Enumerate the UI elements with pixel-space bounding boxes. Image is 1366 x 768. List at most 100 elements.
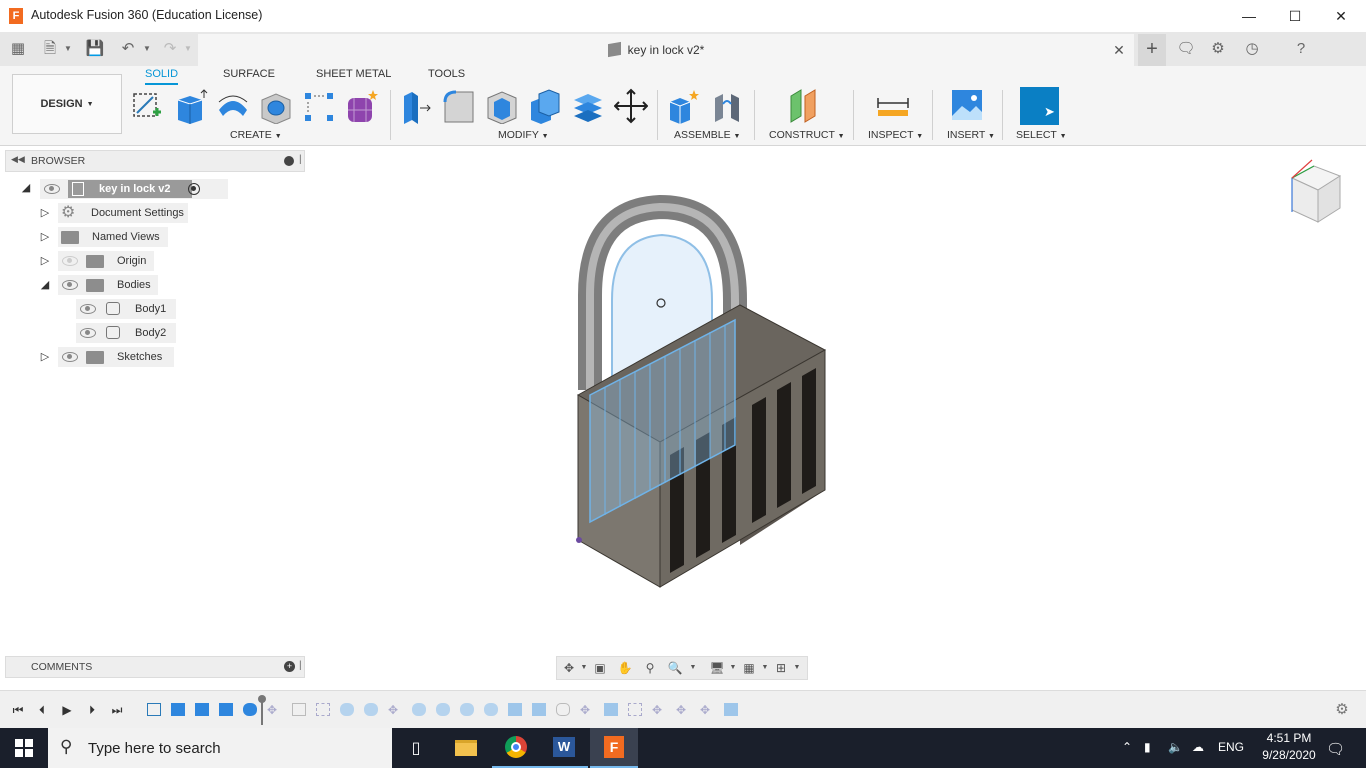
timeline-combine-feature-icon[interactable] (532, 703, 546, 716)
timeline-revolve-feature-icon[interactable] (460, 703, 474, 716)
battery-icon[interactable]: ▮ (1144, 740, 1151, 754)
fit-icon[interactable]: 🔍 (667, 661, 683, 675)
timeline-sketch-feature-icon[interactable] (147, 703, 161, 716)
select-tool-button[interactable]: ➤ (1020, 87, 1059, 125)
collapse-browser-icon[interactable]: ◀◀ (11, 154, 25, 165)
fusion360-taskbar-icon[interactable]: F (590, 728, 638, 768)
browser-item-body2[interactable]: Body2 (76, 322, 296, 344)
offset-face-icon[interactable] (571, 88, 605, 124)
press-pull-icon[interactable] (400, 88, 434, 124)
go-to-start-icon[interactable]: ⏮ (10, 702, 26, 718)
timeline-move-feature-icon[interactable]: ✥ (580, 703, 594, 717)
chrome-icon[interactable] (492, 728, 540, 768)
timeline-revolve-feature-icon[interactable] (364, 703, 378, 716)
fillet-icon[interactable] (442, 88, 476, 124)
orbit-icon[interactable]: ✥ (561, 661, 577, 675)
display-dropdown-icon[interactable]: ▼ (725, 661, 741, 675)
add-comment-icon[interactable]: + (284, 661, 295, 672)
shell-icon[interactable] (485, 88, 519, 124)
clock-date[interactable]: 9/28/2020 (1258, 748, 1320, 762)
visibility-eye-icon[interactable] (80, 328, 96, 338)
redo-dropdown-icon[interactable]: ▼ (178, 39, 198, 59)
combine-icon[interactable] (528, 88, 562, 124)
fit-dropdown-icon[interactable]: ▼ (685, 661, 701, 675)
minimize-panel-icon[interactable] (284, 156, 294, 166)
browser-root-row[interactable]: ◢ key in lock v2 (20, 178, 310, 200)
inspect-group-label[interactable]: INSPECT ▼ (868, 129, 923, 141)
timeline-combine-feature-icon[interactable] (724, 703, 738, 716)
undo-icon[interactable]: ↶ (118, 39, 138, 59)
start-button[interactable] (0, 728, 48, 768)
collapsed-triangle-icon[interactable]: ▷ (39, 231, 51, 243)
word-icon[interactable]: W (540, 728, 588, 768)
show-hidden-icons-icon[interactable]: ⌃ (1122, 740, 1132, 754)
pin-panel-icon[interactable]: | (299, 660, 302, 671)
maximize-button[interactable]: ☐ (1272, 0, 1318, 32)
timeline-revolve-feature-icon[interactable] (412, 703, 426, 716)
hole-icon[interactable] (259, 88, 293, 124)
browser-item-sketches[interactable]: ▷ Sketches (38, 346, 298, 368)
hidden-eye-icon[interactable] (62, 256, 78, 266)
browser-item-named-views[interactable]: ▷ Named Views (38, 226, 298, 248)
close-window-button[interactable]: ✕ (1318, 0, 1364, 32)
job-status-icon[interactable]: ◷ (1242, 39, 1262, 59)
grid-dropdown-icon[interactable]: ▼ (757, 661, 773, 675)
timeline-hole-feature-icon[interactable] (292, 703, 306, 716)
pin-panel-icon[interactable]: | (299, 154, 302, 165)
orbit-dropdown-icon[interactable]: ▼ (576, 661, 592, 675)
insert-image-icon[interactable] (950, 88, 984, 124)
select-group-label[interactable]: SELECT ▼ (1016, 129, 1067, 141)
timeline-settings-gear-icon[interactable]: ⚙ (1334, 702, 1350, 718)
close-tab-icon[interactable]: ✕ (1110, 41, 1128, 59)
timeline-sketch-feature-icon[interactable] (316, 703, 330, 716)
pattern-icon[interactable] (302, 88, 336, 124)
extensions-icon[interactable]: ⚙ (1208, 39, 1228, 59)
assemble-group-label[interactable]: ASSEMBLE ▼ (674, 129, 740, 141)
modify-group-label[interactable]: MODIFY ▼ (498, 129, 549, 141)
workspace-switcher[interactable]: DESIGN ▼ (12, 74, 122, 134)
task-view-icon[interactable]: ▯ (392, 728, 440, 768)
browser-item-document-settings[interactable]: ▷ ⚙ Document Settings (38, 202, 298, 224)
new-tab-button[interactable]: + (1138, 34, 1166, 66)
look-at-icon[interactable]: ▣ (592, 661, 608, 675)
timeline-move-feature-icon[interactable]: ✥ (267, 703, 281, 717)
collapsed-triangle-icon[interactable]: ▷ (39, 255, 51, 267)
browser-item-bodies[interactable]: ◢ Bodies (38, 274, 298, 296)
timeline-extrude-feature-icon[interactable] (219, 703, 233, 716)
viewports-icon[interactable]: ⊞ (773, 661, 789, 675)
language-indicator[interactable]: ENG (1218, 740, 1244, 754)
timeline-revolve-feature-icon[interactable] (243, 703, 257, 716)
timeline-fillet-feature-icon[interactable] (556, 703, 570, 716)
tab-solid[interactable]: SOLID (145, 68, 179, 85)
play-icon[interactable]: ▶ (59, 702, 75, 718)
grid-settings-icon[interactable]: ▦ (741, 661, 757, 675)
document-tab[interactable]: key in lock v2* ✕ (198, 34, 1134, 66)
construct-group-label[interactable]: CONSTRUCT ▼ (769, 129, 845, 141)
step-back-icon[interactable]: ⏴ (34, 702, 50, 718)
activate-radio-icon[interactable] (188, 183, 200, 195)
measure-icon[interactable] (876, 88, 910, 124)
tab-sheet-metal[interactable]: SHEET METAL (316, 68, 391, 80)
clock-time[interactable]: 4:51 PM (1262, 731, 1316, 745)
zoom-icon[interactable]: ⚲ (642, 661, 658, 675)
tab-surface[interactable]: SURFACE (223, 68, 275, 80)
padlock-3d-model[interactable] (560, 195, 840, 595)
expanded-triangle-icon[interactable]: ◢ (39, 279, 51, 291)
help-icon[interactable]: ? (1291, 39, 1311, 59)
minimize-button[interactable]: — (1226, 0, 1272, 32)
volume-icon[interactable]: 🔈 (1168, 740, 1183, 754)
timeline-marker[interactable] (261, 701, 263, 725)
save-icon[interactable]: 💾 (85, 39, 105, 59)
onedrive-cloud-icon[interactable]: ☁ (1192, 740, 1204, 754)
visibility-eye-icon[interactable] (62, 352, 78, 362)
go-to-end-icon[interactable]: ⏭ (109, 702, 125, 718)
viewports-dropdown-icon[interactable]: ▼ (789, 661, 805, 675)
browser-item-body1[interactable]: Body1 (76, 298, 296, 320)
create-form-icon[interactable] (345, 88, 379, 124)
timeline-combine-feature-icon[interactable] (508, 703, 522, 716)
step-forward-icon[interactable]: ⏵ (84, 702, 100, 718)
comments-panel-header[interactable]: COMMENTS + | (5, 656, 305, 678)
offset-plane-icon[interactable] (787, 88, 821, 124)
visibility-eye-icon[interactable] (80, 304, 96, 314)
action-center-icon[interactable]: 🗨 (1326, 740, 1345, 758)
